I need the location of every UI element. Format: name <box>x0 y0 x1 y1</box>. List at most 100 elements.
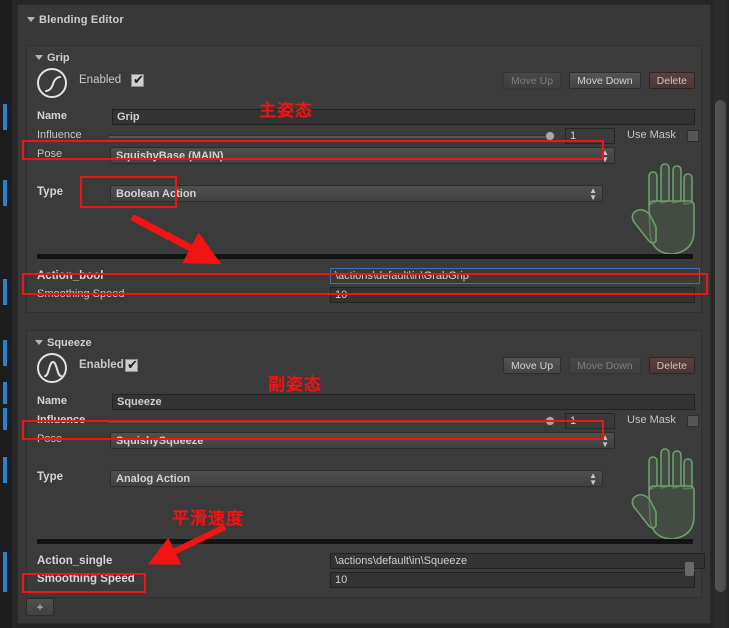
influence-row: Influence 1 Use Mask <box>37 128 699 144</box>
influence-slider-track[interactable] <box>109 420 552 423</box>
hand-mask-icon <box>631 448 695 540</box>
gutter-change-marker <box>3 279 7 305</box>
chevron-down-icon <box>35 339 43 345</box>
blending-editor-window: Blending Editor Grip Enabled ✔ Move Up M… <box>0 0 729 628</box>
pose-dropdown[interactable]: SquishySqueeze ▲ ▼ <box>110 432 615 449</box>
section-separator <box>37 539 693 544</box>
gutter-change-marker <box>3 552 7 592</box>
blend-foldout-header[interactable]: Squeeze <box>35 337 92 349</box>
gutter-change-marker <box>3 382 7 404</box>
delete-button[interactable]: Delete <box>648 72 695 89</box>
influence-slider-handle[interactable] <box>545 131 555 141</box>
move-down-button[interactable]: Move Down <box>569 72 641 89</box>
pose-row: Pose SquishySqueeze ▲ ▼ <box>37 432 697 450</box>
influence-value-input[interactable]: 1 <box>565 413 615 429</box>
chevron-down-icon <box>27 16 35 22</box>
influence-label: Influence <box>37 129 82 141</box>
use-mask-label: Use Mask <box>627 129 676 141</box>
type-row: Type Analog Action ▲ ▼ <box>37 470 697 488</box>
type-row: Type Boolean Action ▲ ▼ <box>37 185 697 203</box>
type-dropdown-value: Analog Action <box>116 473 191 485</box>
action-label: Action_bool <box>37 270 104 282</box>
name-input[interactable]: Grip <box>112 109 695 125</box>
action-input[interactable]: \actions\default\in\GrabGrip <box>330 268 700 284</box>
move-up-button[interactable]: Move Up <box>503 357 562 374</box>
pose-dropdown-value: SquishySqueeze <box>116 435 204 447</box>
name-input[interactable]: Squeeze <box>112 394 695 410</box>
name-row: Name Squeeze <box>37 394 697 410</box>
annotation-note-sub-pose: 副姿态 <box>268 375 322 395</box>
chevron-down-icon <box>35 54 43 60</box>
add-blend-button[interactable]: + <box>26 598 54 616</box>
pose-label: Pose <box>37 148 63 160</box>
move-down-button[interactable]: Move Down <box>569 357 641 374</box>
use-mask-checkbox[interactable] <box>687 130 699 142</box>
gutter-change-marker <box>3 104 7 130</box>
name-label: Name <box>37 395 67 407</box>
annotation-note-main-pose: 主姿态 <box>259 101 313 121</box>
pose-dropdown-value: SquishyBase (MAIN) <box>116 150 224 162</box>
name-label: Name <box>37 110 67 122</box>
blend-section-title: Squeeze <box>47 337 92 349</box>
smoothing-row: Smoothing Speed 10 <box>37 572 697 588</box>
chevron-updown-icon: ▲ ▼ <box>589 471 597 487</box>
enabled-checkbox[interactable]: ✔ <box>125 357 138 372</box>
enabled-label: Enabled <box>79 74 122 86</box>
inner-scrollbar-thumb[interactable] <box>685 562 694 576</box>
gutter-change-marker <box>3 180 7 206</box>
page-title: Blending Editor <box>39 14 124 26</box>
action-row: Action_bool \actions\default\in\GrabGrip <box>37 268 700 285</box>
name-row: Name Grip <box>37 109 697 125</box>
panel-foldout-header[interactable]: Blending Editor <box>27 14 124 26</box>
annotation-note-smoothing-speed: 平滑速度 <box>172 509 244 529</box>
smoothing-label: Smoothing Speed <box>37 573 135 585</box>
chevron-updown-icon: ▲ ▼ <box>601 148 609 164</box>
delete-button[interactable]: Delete <box>648 357 695 374</box>
chevron-updown-icon: ▲ ▼ <box>601 433 609 449</box>
influence-slider-track[interactable] <box>109 135 552 138</box>
influence-slider-handle[interactable] <box>545 416 555 426</box>
type-label: Type <box>37 471 63 483</box>
use-mask-label: Use Mask <box>627 414 676 426</box>
smoothing-label: Smoothing Speed <box>37 288 125 300</box>
pose-row: Pose SquishyBase (MAIN) ▲ ▼ <box>37 147 697 165</box>
blending-editor-panel: Blending Editor Grip Enabled ✔ Move Up M… <box>17 4 711 624</box>
action-row: Action_single \actions\default\in\Squeez… <box>37 553 705 570</box>
smoothing-input[interactable]: 10 <box>330 572 695 588</box>
type-label: Type <box>37 186 63 198</box>
pose-dropdown[interactable]: SquishyBase (MAIN) ▲ ▼ <box>110 147 615 164</box>
enabled-checkbox[interactable]: ✔ <box>131 72 144 87</box>
action-label: Action_single <box>37 555 113 567</box>
blend-block-squeeze: Squeeze Enabled ✔ Move Up Move Down Dele… <box>26 330 705 598</box>
checkmark-icon: ✔ <box>133 72 144 87</box>
hand-mask-icon <box>631 163 695 255</box>
gutter-change-marker <box>3 457 7 483</box>
influence-value-input[interactable]: 1 <box>565 128 615 144</box>
enabled-label: Enabled <box>79 359 124 371</box>
blend-action-buttons: Move Up Move Down Delete <box>498 357 695 374</box>
type-dropdown[interactable]: Analog Action ▲ ▼ <box>110 470 603 487</box>
vertical-scrollbar-thumb[interactable] <box>715 100 726 592</box>
blend-foldout-header[interactable]: Grip <box>35 52 70 64</box>
blend-action-buttons: Move Up Move Down Delete <box>498 72 695 89</box>
smoothing-row: Smoothing Speed 10 <box>37 287 697 303</box>
boolean-step-curve-icon <box>37 68 67 98</box>
blend-section-title: Grip <box>47 52 70 64</box>
analog-bell-curve-icon <box>37 353 67 383</box>
smoothing-input[interactable]: 10 <box>330 287 695 303</box>
pose-label: Pose <box>37 433 63 445</box>
type-dropdown-value: Boolean Action <box>116 188 197 200</box>
gutter-change-marker <box>3 340 7 366</box>
checkmark-icon: ✔ <box>127 357 138 372</box>
use-mask-checkbox[interactable] <box>687 415 699 427</box>
action-input[interactable]: \actions\default\in\Squeeze <box>330 553 705 569</box>
gutter-change-marker <box>3 408 7 430</box>
blend-block-grip: Grip Enabled ✔ Move Up Move Down Delete <box>26 45 702 313</box>
left-gutter <box>0 0 12 628</box>
influence-label: Influence <box>37 414 86 426</box>
type-dropdown[interactable]: Boolean Action ▲ ▼ <box>110 185 603 202</box>
chevron-updown-icon: ▲ ▼ <box>589 186 597 202</box>
move-up-button[interactable]: Move Up <box>503 72 562 89</box>
section-separator <box>37 254 693 259</box>
influence-row: Influence 1 Use Mask <box>37 413 699 429</box>
